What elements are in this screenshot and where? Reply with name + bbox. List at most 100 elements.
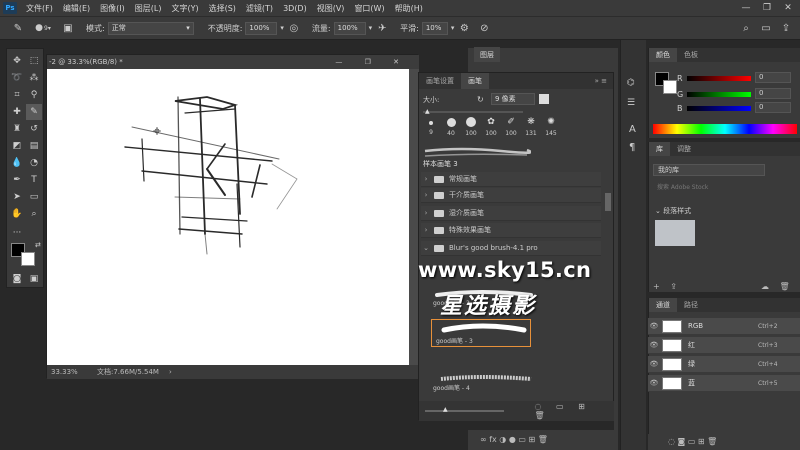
move-tool-icon[interactable]: ✥ xyxy=(9,53,25,69)
menu-image[interactable]: 图像(I) xyxy=(95,3,130,14)
tab-paths[interactable]: 路径 xyxy=(677,298,705,312)
menu-file[interactable]: 文件(F) xyxy=(21,3,58,14)
brush-list-scrollbar[interactable] xyxy=(605,193,611,211)
flow-dropdown-icon[interactable]: ▾ xyxy=(369,24,373,32)
brush-preset[interactable]: ✿ 100 xyxy=(483,117,499,143)
channels-footer-icons[interactable]: ◌ ◙ ▭ ⊞ 🗑 xyxy=(668,437,717,446)
library-add-icons[interactable]: + ⇪ xyxy=(653,282,681,291)
blur-tool-icon[interactable]: 💧 xyxy=(9,155,25,171)
brush-preset[interactable]: 100 xyxy=(463,117,479,143)
flow-field[interactable]: 100% xyxy=(333,21,366,35)
opacity-field[interactable]: 100% xyxy=(245,21,278,35)
menu-window[interactable]: 窗口(W) xyxy=(349,3,389,14)
brush-tool-icon[interactable]: ✎ xyxy=(10,20,26,36)
size-slider-handle[interactable]: ▲ xyxy=(425,108,430,115)
mode-select[interactable]: 正常 ▾ xyxy=(107,21,194,35)
stamp-tool-icon[interactable]: ♜ xyxy=(9,121,25,137)
brush-footer-icons[interactable]: ◌ ▭ ⊞ 🗑 xyxy=(534,402,615,420)
folder-general-brushes[interactable]: › 常规画笔 xyxy=(421,172,601,187)
quick-mask-icon[interactable]: ◙ xyxy=(9,271,25,287)
library-footer-icons[interactable]: ☁ 🗑 xyxy=(761,282,794,291)
smoothing-field[interactable]: 10% xyxy=(421,21,448,35)
tab-swatches[interactable]: 色板 xyxy=(677,48,705,62)
folder-special-effects-brushes[interactable]: › 特殊效果画笔 xyxy=(421,223,601,238)
shape-tool-icon[interactable]: ▭ xyxy=(26,189,42,205)
paragraph-icon[interactable]: ¶ xyxy=(629,142,635,153)
document-window-controls-icon[interactable]: — ❐ ✕ xyxy=(335,58,409,66)
brush-preset[interactable]: ✺ 145 xyxy=(543,117,559,143)
paragraph-style-thumbnail[interactable] xyxy=(655,220,695,246)
reset-size-icon[interactable]: ↻ xyxy=(477,95,484,104)
lasso-tool-icon[interactable]: ➰ xyxy=(9,70,25,86)
magic-wand-tool-icon[interactable]: ⁂ xyxy=(26,70,42,86)
menu-help[interactable]: 帮助(H) xyxy=(390,3,428,14)
brush-preset-picker[interactable]: ● 9 ▾ xyxy=(30,20,56,36)
blue-slider[interactable] xyxy=(687,106,751,111)
swap-colors-icon[interactable]: ⇄ xyxy=(35,241,41,249)
airbrush-icon[interactable]: ✈ xyxy=(374,20,390,36)
eraser-tool-icon[interactable]: ◩ xyxy=(9,138,25,154)
brush-preset[interactable]: ❋ 131 xyxy=(523,117,539,143)
folder-wet-media-brushes[interactable]: › 湿介质画笔 xyxy=(421,206,601,221)
document-tab[interactable]: -2 @ 33.3%(RGB/8) * — ❐ ✕ xyxy=(47,55,419,69)
layers-footer-icons[interactable]: ∞ fx ◑ ● ▭ ⊞ 🗑 xyxy=(480,435,548,444)
channel-row-red[interactable]: 👁 红 Ctrl+3 xyxy=(648,337,800,354)
zoom-level[interactable]: 33.33% xyxy=(51,368,85,376)
status-menu-icon[interactable]: › xyxy=(169,368,172,376)
pressure-size-icon[interactable]: ⊘ xyxy=(476,20,492,36)
healing-brush-tool-icon[interactable]: ✚ xyxy=(9,104,25,120)
green-slider[interactable] xyxy=(687,92,751,97)
search-icon[interactable]: ⌕ xyxy=(738,20,754,36)
menu-edit[interactable]: 编辑(E) xyxy=(58,3,95,14)
pen-tool-icon[interactable]: ✒ xyxy=(9,172,25,188)
tab-adjustments[interactable]: 调整 xyxy=(670,142,698,156)
dodge-tool-icon[interactable]: ◔ xyxy=(26,155,42,171)
red-slider[interactable] xyxy=(687,76,751,81)
color-background-swatch[interactable] xyxy=(663,80,677,94)
color-spectrum-ramp[interactable] xyxy=(653,124,797,134)
history-brush-tool-icon[interactable]: ↺ xyxy=(26,121,42,137)
folder-dry-media-brushes[interactable]: › 干介质画笔 xyxy=(421,188,601,203)
character-icon[interactable]: A xyxy=(629,124,636,135)
brush-stroke-item-selected[interactable]: good画笔 - 3 xyxy=(431,319,531,347)
paragraph-styles-section[interactable]: ⌄ 段落样式 xyxy=(655,206,691,216)
close-icon[interactable]: ✕ xyxy=(778,0,798,16)
menu-layer[interactable]: 图层(L) xyxy=(130,3,167,14)
g-value-field[interactable]: 0 xyxy=(755,88,791,99)
tab-color[interactable]: 颜色 xyxy=(649,48,677,62)
history-icon[interactable]: ⌬ xyxy=(627,78,635,88)
share-icon[interactable]: ⇪ xyxy=(778,20,794,36)
menu-select[interactable]: 选择(S) xyxy=(204,3,241,14)
brush-size-field[interactable]: 9 像素 xyxy=(491,93,535,105)
brush-preset[interactable]: 40 xyxy=(443,117,459,143)
adjustments-icon[interactable]: ☰ xyxy=(627,98,635,108)
brush-preset[interactable]: ✐ 100 xyxy=(503,117,519,143)
new-brush-icon[interactable] xyxy=(539,94,549,104)
gradient-tool-icon[interactable]: ▤ xyxy=(26,138,42,154)
tab-brushes[interactable]: 画笔 xyxy=(461,73,489,89)
background-color-swatch[interactable] xyxy=(21,252,35,266)
tab-layers[interactable]: 图层 xyxy=(474,47,500,63)
b-value-field[interactable]: 0 xyxy=(755,102,791,113)
canvas[interactable] xyxy=(47,69,409,365)
menu-type[interactable]: 文字(Y) xyxy=(166,3,203,14)
channel-row-blue[interactable]: 👁 蓝 Ctrl+5 xyxy=(648,375,800,392)
menu-view[interactable]: 视图(V) xyxy=(312,3,350,14)
tab-library[interactable]: 库 xyxy=(649,142,670,156)
zoom-tool-icon[interactable]: ⌕ xyxy=(26,206,42,222)
screen-mode-icon[interactable]: ▣ xyxy=(26,271,42,287)
type-tool-icon[interactable]: T xyxy=(26,172,42,188)
menu-3d[interactable]: 3D(D) xyxy=(278,4,312,13)
menu-filter[interactable]: 滤镜(T) xyxy=(241,3,278,14)
panel-menu-icon[interactable]: » ≡ xyxy=(595,77,607,85)
preview-size-slider[interactable]: ▲ xyxy=(425,406,505,413)
smoothing-dropdown-icon[interactable]: ▾ xyxy=(451,24,455,32)
crop-tool-icon[interactable]: ⌗ xyxy=(9,87,25,103)
adobe-stock-search[interactable]: 搜索 Adobe Stock xyxy=(653,182,797,194)
tab-brush-settings[interactable]: 画笔设置 xyxy=(419,73,461,89)
path-selection-tool-icon[interactable]: ➤ xyxy=(9,189,25,205)
smoothing-settings-gear-icon[interactable]: ⚙ xyxy=(456,20,472,36)
brush-tool-icon[interactable]: ✎ xyxy=(26,104,42,120)
minimize-icon[interactable]: — xyxy=(736,0,756,16)
channel-row-rgb[interactable]: 👁 RGB Ctrl+2 xyxy=(648,318,800,335)
